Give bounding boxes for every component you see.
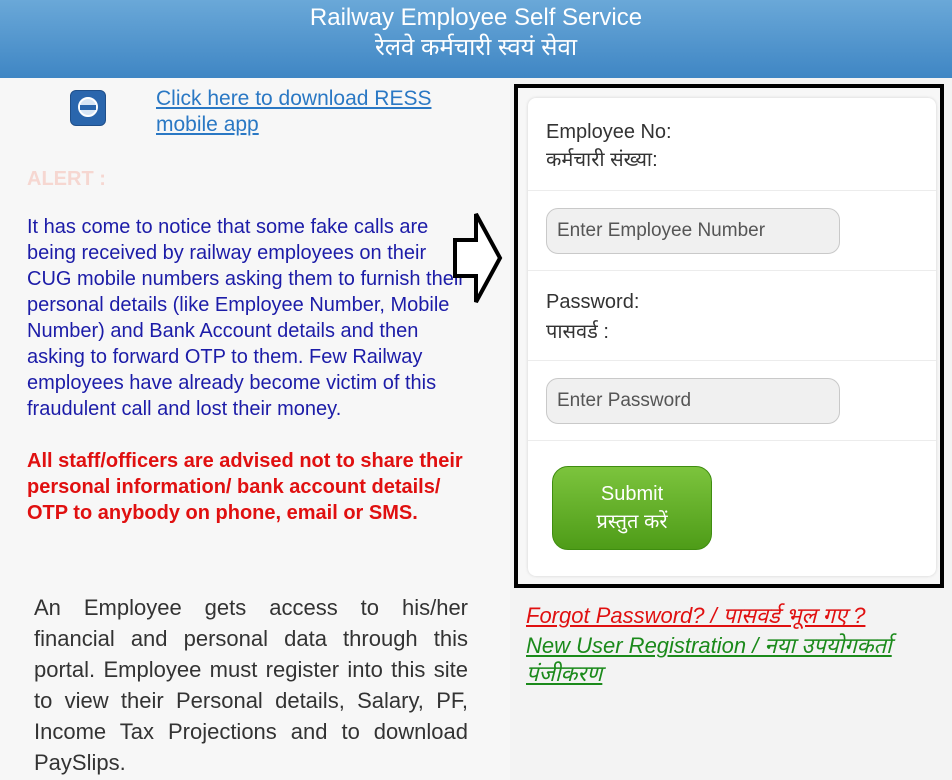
employee-number-input[interactable] bbox=[546, 208, 840, 254]
employee-number-label-hindi: कर्मचारी संख्या: bbox=[546, 149, 658, 171]
ress-app-icon[interactable] bbox=[70, 90, 106, 126]
login-card: Employee No: कर्मचारी संख्या: Password: … bbox=[528, 98, 936, 576]
portal-description: An Employee gets access to his/her finan… bbox=[34, 595, 468, 775]
page-title-hindi: रेलवे कर्मचारी स्वयं सेवा bbox=[374, 34, 578, 61]
password-label-hindi: पासवर्ड : bbox=[546, 321, 609, 343]
arrow-right-outline-icon bbox=[453, 213, 503, 303]
submit-label: Submit bbox=[600, 483, 664, 505]
password-label: Password: bbox=[546, 291, 640, 313]
divider bbox=[528, 190, 936, 191]
alert-label: ALERT : bbox=[27, 168, 106, 190]
login-frame: Employee No: कर्मचारी संख्या: Password: … bbox=[514, 84, 944, 588]
forgot-password-link[interactable]: Forgot Password? / पासवर्ड भूल गए ? bbox=[526, 602, 865, 630]
employee-number-label: Employee No: bbox=[546, 121, 672, 143]
submit-button[interactable]: Submit प्रस्तुत करें bbox=[552, 466, 712, 550]
password-input[interactable] bbox=[546, 378, 840, 424]
divider bbox=[528, 360, 936, 361]
submit-label-hindi: प्रस्तुत करें bbox=[596, 511, 668, 533]
divider bbox=[528, 440, 936, 441]
alert-warning: All staff/officers are advised not to sh… bbox=[27, 450, 463, 524]
page-header: Railway Employee Self Service रेलवे कर्म… bbox=[0, 0, 952, 78]
download-app-link[interactable]: Click here to download RESS mobile app bbox=[156, 86, 476, 138]
new-user-registration-link[interactable]: New User Registration / नया उपयोगकर्ता प… bbox=[526, 632, 926, 688]
alert-message: It has come to notice that some fake cal… bbox=[27, 216, 465, 420]
app-logo-band bbox=[80, 105, 96, 110]
page-title: Railway Employee Self Service bbox=[309, 4, 643, 31]
divider bbox=[528, 270, 936, 271]
